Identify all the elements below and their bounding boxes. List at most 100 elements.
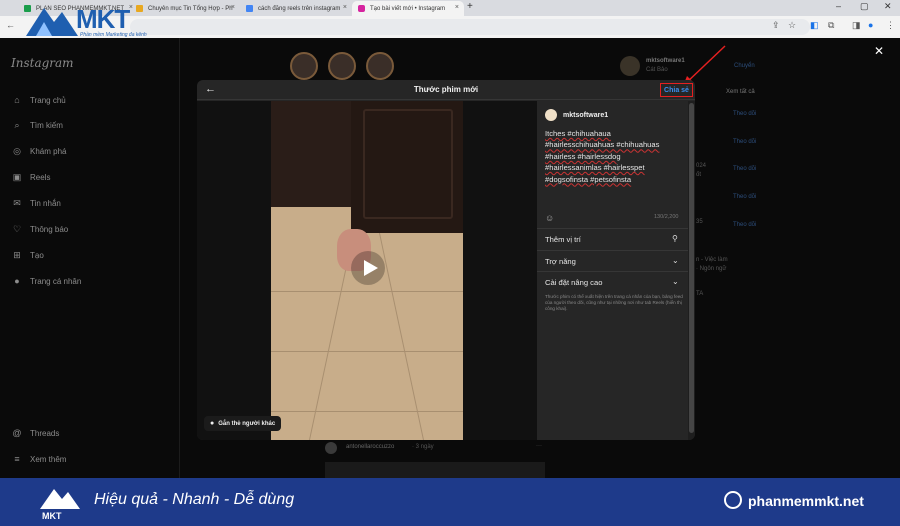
person-icon: ● <box>210 420 215 427</box>
nav-search[interactable]: ⌕ Tìm kiếm <box>10 118 63 132</box>
globe-icon <box>724 491 742 509</box>
new-tab-button[interactable]: + <box>467 1 473 12</box>
feed-post-image <box>325 462 545 478</box>
nav-more[interactable]: ≡ Xem thêm <box>10 452 66 466</box>
add-location-row[interactable]: Thêm vị trí ⚲ <box>537 228 688 250</box>
author-username: mktsoftware1 <box>563 111 609 119</box>
video-scene-tile <box>271 351 463 352</box>
nav-notifications[interactable]: ♡ Thông báo <box>10 222 68 236</box>
create-icon: ⊞ <box>13 249 21 260</box>
nav-label: Tạo <box>30 250 44 260</box>
maximize-icon[interactable]: ▢ <box>860 1 869 12</box>
back-nav-icon[interactable]: ← <box>6 20 15 30</box>
mkt-watermark-logo: MKT Phần mềm Marketing đa kênh <box>22 2 162 38</box>
nav-home[interactable]: ⌂ Trang chủ <box>10 93 65 107</box>
feed-username[interactable]: antonellaroccuzzo <box>346 444 394 450</box>
svg-text:MKT: MKT <box>42 511 62 521</box>
tag-people-button[interactable]: ● Gắn thẻ người khác <box>204 416 282 431</box>
threads-icon: @ <box>12 428 22 438</box>
home-icon: ⌂ <box>14 95 20 105</box>
nav-messages[interactable]: ✉ Tin nhắn <box>10 196 61 210</box>
avatar[interactable] <box>620 56 640 76</box>
avatar[interactable] <box>325 442 337 454</box>
bookmark-star-icon[interactable]: ☆ <box>788 20 796 31</box>
share-page-icon[interactable]: ⇪ <box>772 20 780 31</box>
suggestion-fragment: 024 <box>696 163 707 169</box>
reels-icon: ▣ <box>12 171 22 182</box>
share-button[interactable]: Chia sẻ <box>660 83 693 97</box>
browser-tab-4-active[interactable]: Tạo bài viết mới • Instagram × <box>352 1 464 16</box>
minimize-icon[interactable]: – <box>836 1 841 11</box>
profile-avatar-icon[interactable]: ● <box>868 20 873 30</box>
follow-link[interactable]: Theo dõi <box>733 222 756 228</box>
story-avatar[interactable] <box>328 52 356 80</box>
browser-menu-icon[interactable]: ⋮ <box>886 20 895 31</box>
accessibility-row[interactable]: Trợ năng ⌄ <box>537 250 688 272</box>
nav-threads[interactable]: @ Threads <box>10 426 59 440</box>
browser-tab-3[interactable]: cách đăng reels trên instagram × <box>240 1 352 16</box>
video-scene-tile <box>379 233 424 440</box>
instagram-logo[interactable]: Instagram <box>11 56 74 70</box>
close-tab-icon[interactable]: × <box>231 4 235 11</box>
nav-label: Xem thêm <box>30 454 67 464</box>
caption-line: Itches #chihuahaua <box>545 129 611 138</box>
panel-scrollbar[interactable] <box>688 101 695 440</box>
close-tab-icon[interactable]: × <box>343 4 347 11</box>
messenger-icon: ✉ <box>13 197 21 208</box>
menu-icon: ≡ <box>14 454 20 464</box>
follow-link[interactable]: Theo dõi <box>733 194 756 200</box>
promo-banner: MKT Hiệu quả - Nhanh - Dễ dùng phanmemmk… <box>0 478 900 526</box>
play-button[interactable] <box>351 251 385 285</box>
feed-time: · 3 ngày <box>412 444 434 450</box>
video-scene-tile <box>271 411 463 412</box>
nav-profile[interactable]: ● Trang cá nhân <box>10 274 81 288</box>
close-tab-icon[interactable]: × <box>455 4 459 11</box>
close-modal-icon[interactable]: ✕ <box>874 44 884 58</box>
instagram-sidebar: Instagram ⌂ Trang chủ ⌕ Tìm kiếm ◎ Khám … <box>0 38 180 478</box>
more-options-icon[interactable]: ··· <box>536 443 542 449</box>
nav-label: Thông báo <box>30 224 69 234</box>
close-window-icon[interactable]: ✕ <box>884 1 892 12</box>
post-details-panel: mktsoftware1 Itches #chihuahaua #hairles… <box>537 101 688 440</box>
reel-video-preview[interactable] <box>271 101 463 440</box>
nav-label: Tìm kiếm <box>30 120 63 130</box>
extensions-icon[interactable]: ⧉ <box>828 20 834 31</box>
chevron-down-icon: ⌄ <box>672 256 679 265</box>
translate-icon[interactable]: ◧ <box>810 20 819 31</box>
story-avatar[interactable] <box>366 52 394 80</box>
caption-textarea[interactable]: Itches #chihuahaua #hairlesschihuahuas #… <box>545 128 685 185</box>
video-scene-door <box>363 109 453 219</box>
sidepanel-icon[interactable]: ◨ <box>852 20 861 31</box>
instagram-favicon-icon <box>358 5 365 12</box>
tab-label: cách đăng reels trên instagram <box>258 5 341 12</box>
follow-link[interactable]: Theo dõi <box>733 139 756 145</box>
emoji-icon[interactable]: ☺ <box>545 213 554 223</box>
video-scene-cabinet <box>271 101 351 207</box>
mkt-brand: MKT <box>76 4 130 34</box>
author-row: mktsoftware1 <box>545 109 608 121</box>
nav-label: Tin nhắn <box>30 198 61 208</box>
avatar <box>545 109 557 121</box>
banner-slogan: Hiệu quả - Nhanh - Dễ dùng <box>94 491 295 508</box>
back-arrow-icon[interactable]: ← <box>205 83 216 95</box>
mkt-banner-logo-icon: MKT <box>40 489 80 521</box>
tag-people-label: Gắn thẻ người khác <box>218 420 276 427</box>
compass-icon: ◎ <box>13 145 21 156</box>
advanced-settings-row[interactable]: Cài đặt nâng cao ⌄ <box>537 271 688 293</box>
address-bar[interactable] <box>130 19 810 35</box>
docs-icon <box>246 5 253 12</box>
follow-link[interactable]: Theo dõi <box>733 111 756 117</box>
play-icon <box>364 260 378 276</box>
scrollbar-thumb[interactable] <box>689 103 694 433</box>
follow-link[interactable]: Theo dõi <box>733 166 756 172</box>
nav-create[interactable]: ⊞ Tạo <box>10 248 44 262</box>
story-avatar[interactable] <box>290 52 318 80</box>
nav-explore[interactable]: ◎ Khám phá <box>10 144 66 158</box>
footer-links-fragment: · Ngôn ngữ <box>696 266 727 272</box>
nav-reels[interactable]: ▣ Reels <box>10 170 51 184</box>
switch-account-link[interactable]: Chuyển <box>734 63 755 69</box>
nav-label: Threads <box>30 428 60 438</box>
suggestion-fragment: 35 <box>696 219 703 225</box>
mkt-mountain-icon <box>26 8 78 36</box>
search-icon: ⌕ <box>14 119 20 130</box>
